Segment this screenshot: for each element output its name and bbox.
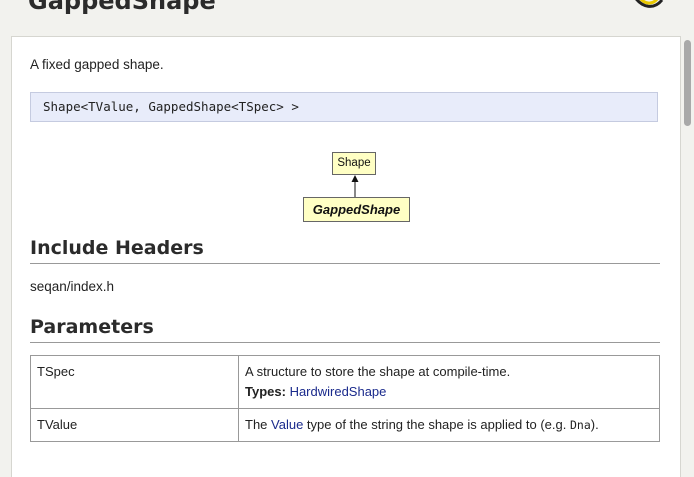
scrollbar-thumb[interactable] bbox=[684, 40, 691, 126]
dna-code: Dna bbox=[569, 418, 591, 432]
parameters-table: TSpec A structure to store the shape at … bbox=[30, 355, 660, 442]
parameters-heading: Parameters bbox=[30, 316, 660, 343]
table-row: TSpec A structure to store the shape at … bbox=[30, 355, 660, 409]
vertical-scrollbar[interactable] bbox=[681, 0, 694, 459]
param-desc-text: A structure to store the shape at compil… bbox=[245, 364, 511, 379]
page-title: GappedShape bbox=[28, 0, 216, 15]
types-label: Types: bbox=[245, 384, 286, 399]
diagram-node-self: GappedShape bbox=[303, 197, 410, 222]
param-name: TSpec bbox=[30, 355, 239, 409]
signature-box: Shape<TValue, GappedShape<TSpec> > bbox=[30, 92, 658, 122]
param-description: A structure to store the shape at compil… bbox=[238, 355, 660, 409]
logo-icon bbox=[635, 0, 664, 8]
include-headers-heading: Include Headers bbox=[30, 237, 660, 264]
hardwiredshape-link[interactable]: HardwiredShape bbox=[290, 384, 387, 399]
value-link[interactable]: Value bbox=[271, 417, 303, 432]
diagram-node-parent[interactable]: Shape bbox=[332, 152, 376, 175]
table-row: TValue The Value type of the string the … bbox=[30, 408, 660, 442]
description: A fixed gapped shape. bbox=[30, 57, 164, 72]
param-desc-text: type of the string the shape is applied … bbox=[303, 417, 570, 432]
param-description: The Value type of the string the shape i… bbox=[238, 408, 660, 442]
param-desc-text: The bbox=[245, 417, 272, 432]
include-path: seqan/index.h bbox=[30, 279, 115, 294]
content-panel: A fixed gapped shape. Shape<TValue, Gapp… bbox=[11, 36, 681, 477]
inheritance-arrow-icon bbox=[351, 175, 359, 198]
param-name: TValue bbox=[30, 408, 239, 442]
param-desc-text: ). bbox=[590, 417, 599, 432]
